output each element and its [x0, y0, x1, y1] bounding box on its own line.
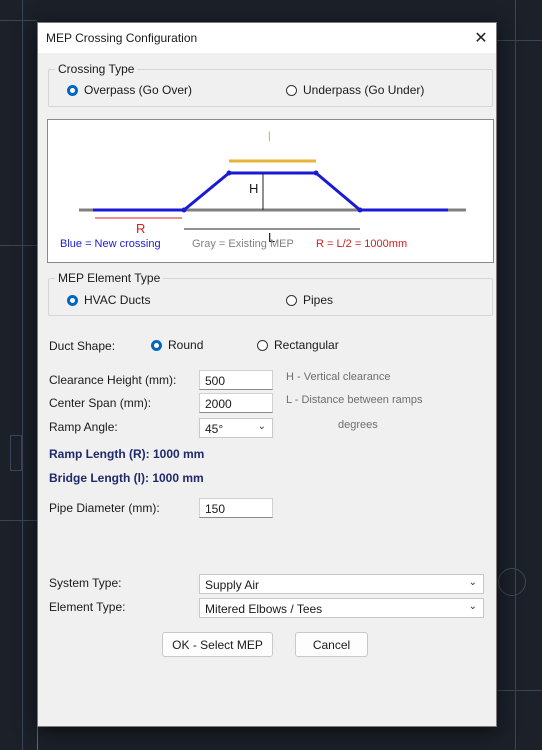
- clearance-height-hint: H - Vertical clearance: [286, 371, 391, 383]
- legend-gray: Gray = Existing MEP: [192, 238, 294, 250]
- pipe-diameter-label: Pipe Diameter (mm):: [49, 501, 160, 515]
- radio-rectangular[interactable]: Rectangular: [257, 338, 339, 352]
- bend-point: [357, 207, 363, 213]
- radio-dot-icon: [151, 339, 162, 351]
- radio-overpass-label: Overpass (Go Over): [84, 83, 193, 97]
- cad-element: [10, 435, 22, 471]
- crossing-type-label: Crossing Type: [55, 62, 138, 76]
- ramp-angle-label: Ramp Angle:: [49, 420, 118, 434]
- duct-shape-label: Duct Shape:: [49, 339, 116, 353]
- close-button[interactable]: ✕: [466, 23, 496, 53]
- ramp-angle-hint: degrees: [338, 419, 378, 431]
- clearance-height-input[interactable]: 500: [199, 370, 273, 390]
- cad-line: [0, 20, 37, 21]
- element-type-field-label: Element Type:: [49, 600, 126, 614]
- bend-point: [181, 207, 187, 213]
- new-crossing-line: [93, 171, 448, 212]
- cad-line: [0, 520, 37, 521]
- system-type-label: System Type:: [49, 576, 122, 590]
- radio-dot-icon: [286, 84, 297, 96]
- radio-dot-icon: [67, 84, 78, 96]
- title-bar: MEP Crossing Configuration ✕: [38, 23, 496, 53]
- center-span-input[interactable]: 2000: [199, 393, 273, 413]
- legend-blue: Blue = New crossing: [60, 238, 161, 250]
- ok-select-mep-button[interactable]: OK - Select MEP: [162, 632, 273, 657]
- cad-green-line: [37, 725, 38, 750]
- cad-line: [495, 40, 542, 41]
- crossing-type-group: Crossing Type Overpass (Go Over) Underpa…: [48, 62, 493, 107]
- bridge-length-marker: l: [268, 129, 271, 144]
- ramp-angle-value: 45°: [205, 422, 224, 436]
- system-type-select[interactable]: Supply Air ⌄: [199, 574, 484, 594]
- ramp-length-marker: R: [136, 221, 146, 236]
- chevron-down-icon: ⌄: [257, 421, 266, 432]
- radio-underpass-label: Underpass (Go Under): [303, 83, 425, 97]
- chevron-down-icon: ⌄: [468, 577, 477, 588]
- radio-round[interactable]: Round: [151, 338, 203, 352]
- ramp-angle-select[interactable]: 45° ⌄: [199, 418, 273, 438]
- pipe-diameter-input[interactable]: 150: [199, 498, 273, 518]
- clearance-height-label: Clearance Height (mm):: [49, 373, 177, 387]
- cancel-button[interactable]: Cancel: [295, 632, 368, 657]
- bridge-length-result: Bridge Length (l): 1000 mm: [49, 471, 204, 485]
- radio-overpass[interactable]: Overpass (Go Over): [67, 83, 192, 97]
- height-marker: H: [249, 181, 259, 196]
- bend-point: [313, 170, 319, 176]
- chevron-down-icon: ⌄: [468, 601, 477, 612]
- element-type-value: Mitered Elbows / Tees: [205, 602, 323, 616]
- radio-hvac-label: HVAC Ducts: [84, 293, 151, 307]
- cad-line: [0, 245, 37, 246]
- system-type-value: Supply Air: [205, 578, 260, 592]
- radio-dot-icon: [67, 294, 78, 306]
- radio-pipes-label: Pipes: [303, 293, 334, 307]
- radio-round-label: Round: [168, 338, 204, 352]
- cad-fixture: [498, 568, 526, 596]
- bend-point: [226, 170, 232, 176]
- mep-crossing-dialog: MEP Crossing Configuration ✕ Crossing Ty…: [37, 22, 497, 727]
- element-type-group: MEP Element Type HVAC Ducts Pipes: [48, 271, 493, 316]
- cad-line: [495, 690, 542, 691]
- crossing-diagram: l H R L Blue = New crossing Gray = Exist…: [47, 119, 494, 263]
- radio-dot-icon: [257, 339, 268, 351]
- ramp-length-result: Ramp Length (R): 1000 mm: [49, 447, 205, 461]
- radio-rectangular-label: Rectangular: [274, 338, 339, 352]
- radio-dot-icon: [286, 294, 297, 306]
- cad-line: [22, 0, 23, 750]
- window-title: MEP Crossing Configuration: [46, 31, 198, 45]
- radio-underpass[interactable]: Underpass (Go Under): [286, 83, 424, 97]
- element-type-label: MEP Element Type: [55, 271, 164, 285]
- radio-hvac-ducts[interactable]: HVAC Ducts: [67, 293, 150, 307]
- legend-r: R = L/2 = 1000mm: [316, 238, 408, 250]
- close-icon: ✕: [474, 30, 488, 47]
- center-span-hint: L - Distance between ramps: [286, 394, 423, 406]
- radio-pipes[interactable]: Pipes: [286, 293, 333, 307]
- cad-line: [515, 0, 516, 750]
- center-span-label: Center Span (mm):: [49, 396, 152, 410]
- element-type-select[interactable]: Mitered Elbows / Tees ⌄: [199, 598, 484, 618]
